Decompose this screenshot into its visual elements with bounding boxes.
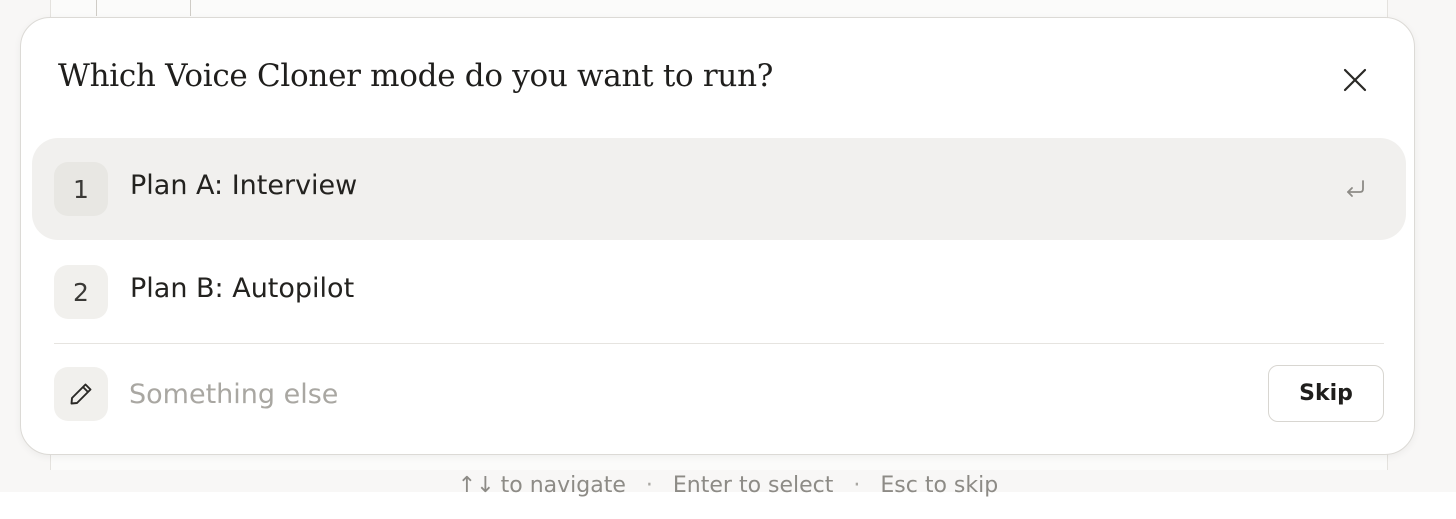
question-dialog: Which Voice Cloner mode do you want to r… (20, 17, 1415, 455)
option-number-badge: 1 (54, 162, 108, 216)
pencil-badge (54, 367, 108, 421)
something-else-input[interactable] (127, 370, 1229, 418)
hint-select: Enter to select (672, 472, 834, 498)
option-plan-b[interactable]: 2 Plan B: Autopilot (32, 241, 1406, 343)
background-divider (96, 0, 97, 16)
hint-navigate-text: to navigate (500, 472, 626, 498)
dialog-title: Which Voice Cloner mode do you want to r… (58, 58, 774, 94)
close-button[interactable] (1339, 64, 1371, 96)
option-label: Plan A: Interview (130, 170, 358, 201)
close-icon (1343, 68, 1367, 92)
hint-skip: Esc to skip (880, 472, 999, 498)
option-plan-a[interactable]: 1 Plan A: Interview (32, 138, 1406, 240)
pencil-icon (70, 383, 92, 405)
keyboard-hints: ↑↓ to navigate · Enter to select · Esc t… (0, 470, 1456, 500)
options-divider (54, 343, 1384, 344)
hint-separator: · (853, 472, 861, 498)
skip-button[interactable]: Skip (1268, 365, 1384, 422)
hint-navigate: ↑↓ to navigate (458, 473, 626, 498)
option-number-badge: 2 (54, 265, 108, 319)
option-label: Plan B: Autopilot (130, 273, 355, 304)
background-divider (190, 0, 191, 16)
arrow-keys-icon: ↑↓ (457, 472, 495, 498)
hint-separator: · (645, 472, 653, 498)
enter-key-icon (1347, 180, 1364, 197)
